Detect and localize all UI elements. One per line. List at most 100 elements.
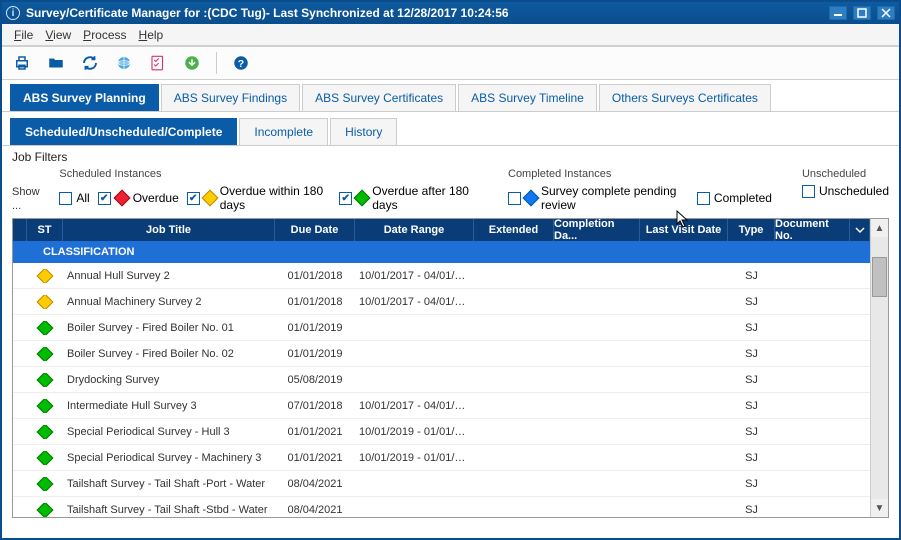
cell-due-date: 01/01/2021 [275, 452, 355, 464]
cell-due-date: 01/01/2019 [275, 322, 355, 334]
cell-type: SJ [728, 296, 775, 308]
tab-others-surveys-certificates[interactable]: Others Surveys Certificates [599, 84, 771, 111]
table-row[interactable]: Tailshaft Survey - Tail Shaft -Stbd - Wa… [13, 497, 870, 517]
download-icon[interactable] [182, 53, 202, 73]
vertical-scrollbar[interactable]: ▲ ▼ [870, 219, 888, 517]
cell-type: SJ [728, 322, 775, 334]
column-chooser-icon[interactable] [850, 219, 870, 241]
col-document-no[interactable]: Document No. [775, 219, 850, 241]
table-row[interactable]: Drydocking Survey05/08/2019SJ [13, 367, 870, 393]
status-diamond-icon [38, 295, 52, 309]
checkbox-unscheduled[interactable] [802, 185, 815, 198]
cell-job-title: Special Periodical Survey - Machinery 3 [63, 452, 275, 464]
cell-due-date: 01/01/2018 [275, 270, 355, 282]
col-date-range[interactable]: Date Range [355, 219, 474, 241]
col-job-title[interactable]: Job Title [63, 219, 275, 241]
tab-abs-survey-planning[interactable]: ABS Survey Planning [10, 84, 159, 111]
menu-view[interactable]: View [41, 26, 75, 44]
diamond-yellow-icon [204, 191, 216, 205]
cell-due-date: 05/08/2019 [275, 374, 355, 386]
cell-type: SJ [728, 478, 775, 490]
scroll-up-icon[interactable]: ▲ [871, 219, 888, 237]
table-row[interactable]: Boiler Survey - Fired Boiler No. 0101/01… [13, 315, 870, 341]
app-window: i Survey/Certificate Manager for :(CDC T… [0, 0, 901, 540]
menubar: File View Process Help [2, 24, 899, 46]
diamond-blue-icon [525, 191, 537, 205]
menu-file[interactable]: File [10, 26, 37, 44]
col-due-date[interactable]: Due Date [275, 219, 355, 241]
checkbox-overdue[interactable] [98, 192, 111, 205]
titlebar: i Survey/Certificate Manager for :(CDC T… [2, 2, 899, 24]
close-button[interactable] [877, 6, 895, 20]
checkbox-survey-pending[interactable] [508, 192, 521, 205]
status-diamond-icon [38, 399, 52, 413]
table-row[interactable]: Annual Hull Survey 201/01/201810/01/2017… [13, 263, 870, 289]
checkbox-overdue-after-180[interactable] [339, 192, 352, 205]
refresh-icon[interactable] [80, 53, 100, 73]
cell-job-title: Intermediate Hull Survey 3 [63, 400, 275, 412]
cell-type: SJ [728, 452, 775, 464]
table-row[interactable]: Boiler Survey - Fired Boiler No. 0201/01… [13, 341, 870, 367]
table-row[interactable]: Intermediate Hull Survey 307/01/201810/0… [13, 393, 870, 419]
menu-help[interactable]: Help [135, 26, 168, 44]
cell-type: SJ [728, 374, 775, 386]
status-diamond-icon [38, 347, 52, 361]
col-completion-date[interactable]: Completion Da... [554, 219, 640, 241]
col-extended[interactable]: Extended [474, 219, 554, 241]
cell-date-range: 10/01/2019 - 01/01/2021 [355, 426, 474, 438]
status-diamond-icon [38, 451, 52, 465]
status-diamond-icon [38, 269, 52, 283]
table-row[interactable]: Special Periodical Survey - Machinery 30… [13, 445, 870, 471]
cell-job-title: Boiler Survey - Fired Boiler No. 01 [63, 322, 275, 334]
cell-job-title: Annual Machinery Survey 2 [63, 296, 275, 308]
subtab-history[interactable]: History [330, 118, 397, 145]
cell-type: SJ [728, 270, 775, 282]
checkbox-all[interactable] [59, 192, 72, 205]
col-last-visit-date[interactable]: Last Visit Date [640, 219, 728, 241]
cell-job-title: Annual Hull Survey 2 [63, 270, 275, 282]
unscheduled-label: Unscheduled [802, 168, 889, 180]
checkbox-overdue-180[interactable] [187, 192, 200, 205]
diamond-green-icon [356, 191, 368, 205]
status-diamond-icon [38, 373, 52, 387]
cell-job-title: Tailshaft Survey - Tail Shaft -Port - Wa… [63, 478, 275, 490]
scroll-down-icon[interactable]: ▼ [871, 499, 888, 517]
minimize-button[interactable] [829, 6, 847, 20]
menu-process[interactable]: Process [79, 26, 130, 44]
subtab-scheduled-unscheduled-complete[interactable]: Scheduled/Unscheduled/Complete [10, 118, 237, 145]
print-icon[interactable] [12, 53, 32, 73]
row-selector-header [13, 219, 27, 241]
subtab-incomplete[interactable]: Incomplete [239, 118, 328, 145]
checkbox-completed[interactable] [697, 192, 710, 205]
status-diamond-icon [38, 477, 52, 491]
app-icon: i [6, 6, 20, 20]
table-row[interactable]: Special Periodical Survey - Hull 301/01/… [13, 419, 870, 445]
group-row-classification[interactable]: CLASSIFICATION [13, 241, 870, 263]
cell-job-title: Special Periodical Survey - Hull 3 [63, 426, 275, 438]
help-icon[interactable]: ? [231, 53, 251, 73]
tab-abs-survey-findings[interactable]: ABS Survey Findings [161, 84, 300, 111]
table-row[interactable]: Annual Machinery Survey 201/01/201810/01… [13, 289, 870, 315]
tab-abs-survey-timeline[interactable]: ABS Survey Timeline [458, 84, 597, 111]
col-type[interactable]: Type [728, 219, 775, 241]
cell-type: SJ [728, 426, 775, 438]
status-diamond-icon [38, 321, 52, 335]
globe-icon[interactable] [114, 53, 134, 73]
window-title: Survey/Certificate Manager for :(CDC Tug… [26, 6, 829, 20]
completed-instances-label: Completed Instances [508, 168, 772, 180]
cell-type: SJ [728, 400, 775, 412]
scroll-thumb[interactable] [872, 257, 887, 297]
sub-tabs: Scheduled/Unscheduled/Complete Incomplet… [2, 112, 899, 146]
show-label: Show ... [12, 186, 40, 212]
checklist-icon[interactable] [148, 53, 168, 73]
job-grid: ST Job Title Due Date Date Range Extende… [12, 218, 889, 518]
maximize-button[interactable] [853, 6, 871, 20]
diamond-red-icon [115, 191, 129, 205]
open-folder-icon[interactable] [46, 53, 66, 73]
grid-header: ST Job Title Due Date Date Range Extende… [13, 219, 870, 241]
cell-job-title: Boiler Survey - Fired Boiler No. 02 [63, 348, 275, 360]
tab-abs-survey-certificates[interactable]: ABS Survey Certificates [302, 84, 456, 111]
table-row[interactable]: Tailshaft Survey - Tail Shaft -Port - Wa… [13, 471, 870, 497]
col-st[interactable]: ST [27, 219, 63, 241]
filters-row: Show ... Scheduled Instances All Overdue… [2, 168, 899, 218]
